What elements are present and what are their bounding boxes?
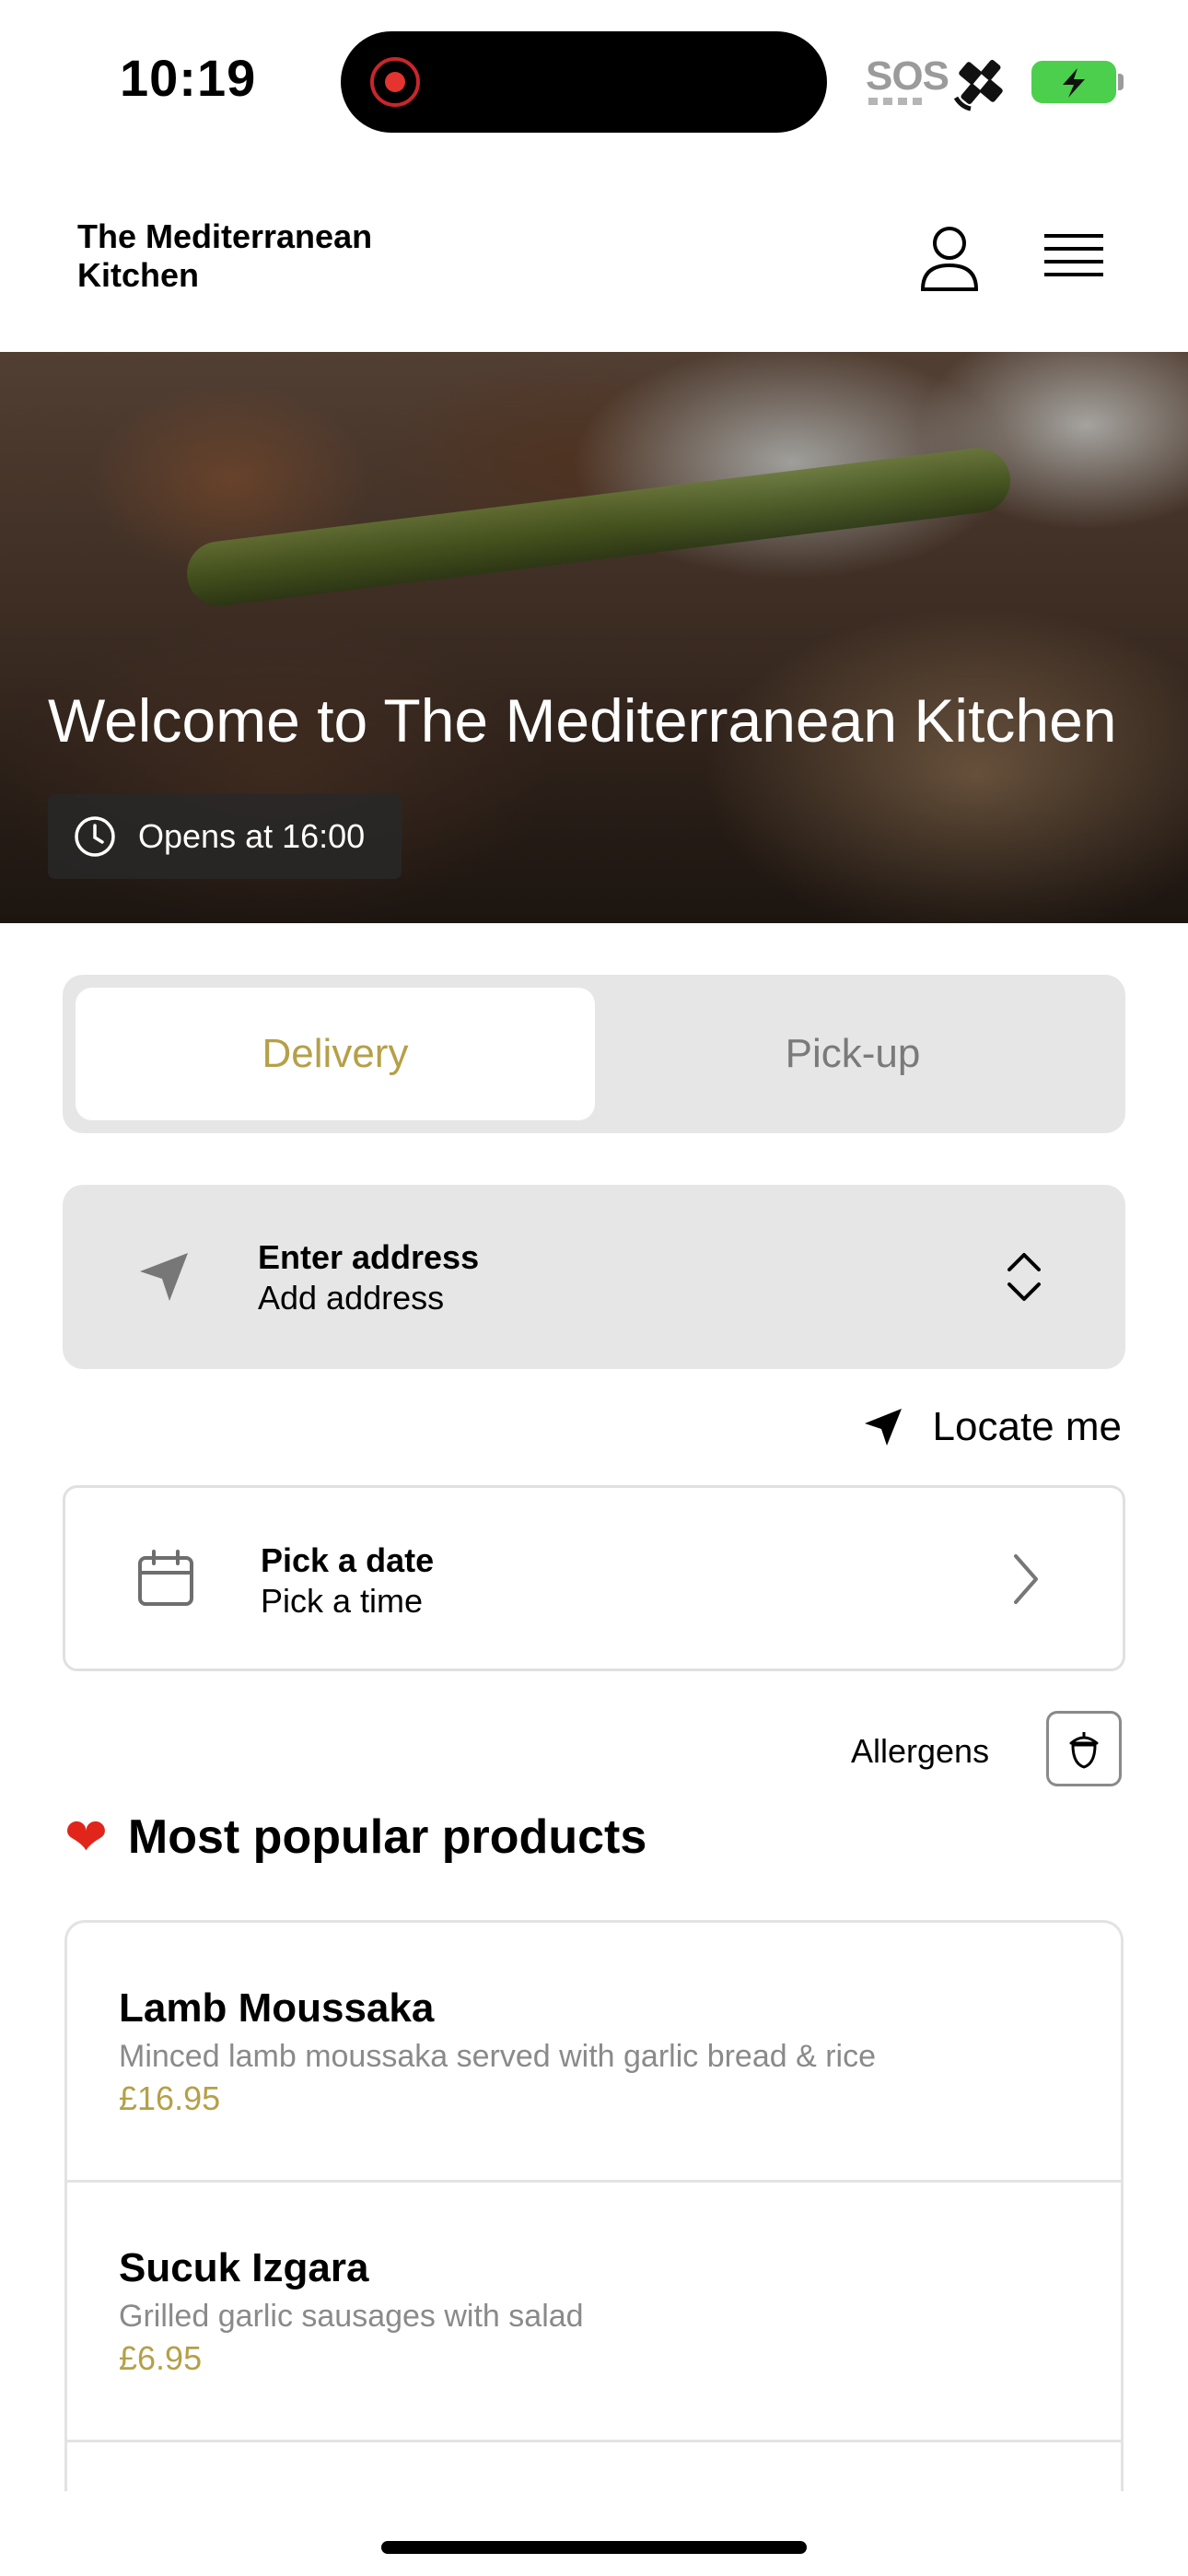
- allergens-filter-button[interactable]: [1046, 1711, 1122, 1786]
- product-price: £16.95: [119, 2079, 221, 2117]
- date-title: Pick a date: [261, 1541, 435, 1579]
- hamburger-menu-icon[interactable]: [1044, 230, 1103, 286]
- product-name: Lamb Moussaka: [119, 1985, 435, 2031]
- product-item[interactable]: Sucuk Izgara Grilled garlic sausages wit…: [67, 2183, 1121, 2442]
- opening-hours-text: Opens at 16:00: [138, 817, 366, 855]
- status-time: 10:19: [120, 49, 257, 107]
- tab-delivery[interactable]: Delivery: [76, 988, 595, 1120]
- product-description: Grilled garlic sausages with salad: [119, 2299, 584, 2334]
- restaurant-name[interactable]: The Mediterranean Kitchen: [77, 217, 464, 295]
- tab-pickup[interactable]: Pick-up: [593, 988, 1112, 1120]
- navigation-arrow-icon: [140, 1253, 188, 1301]
- product-price: £6.95: [119, 2339, 203, 2377]
- date-time-selector[interactable]: Pick a date Pick a time: [63, 1485, 1125, 1671]
- recording-indicator-icon: [370, 57, 420, 107]
- sos-indicator: SOS: [866, 53, 949, 99]
- signal-dots-icon: [868, 98, 927, 105]
- address-title: Enter address: [258, 1238, 480, 1276]
- location-arrow-icon: [864, 1409, 902, 1446]
- chevron-up-down-icon: [1007, 1253, 1041, 1301]
- opening-hours-badge: Opens at 16:00: [48, 794, 402, 879]
- hero-title: Welcome to The Mediterranean Kitchen: [48, 686, 1117, 755]
- product-description: Minced lamb moussaka served with garlic …: [119, 2039, 877, 2074]
- calendar-icon: [138, 1550, 193, 1606]
- popular-products-heading: ❤ Most popular products: [64, 1809, 646, 1865]
- acorn-icon: [1069, 1732, 1099, 1769]
- clock-icon: [75, 816, 115, 857]
- popular-heading-text: Most popular products: [127, 1810, 647, 1864]
- address-subtitle: Add address: [258, 1279, 445, 1317]
- user-account-icon[interactable]: [919, 225, 980, 291]
- order-mode-toggle: Delivery Pick-up: [63, 975, 1125, 1133]
- locate-me-label: Locate me: [932, 1404, 1122, 1449]
- allergens-label: Allergens: [851, 1732, 990, 1770]
- product-list: Lamb Moussaka Minced lamb moussaka serve…: [64, 1920, 1124, 2491]
- time-subtitle: Pick a time: [261, 1582, 424, 1620]
- battery-cap: [1118, 74, 1124, 90]
- hero-banner: Welcome to The Mediterranean Kitchen Ope…: [0, 352, 1188, 923]
- battery-icon: [1031, 61, 1116, 103]
- home-indicator[interactable]: [381, 2541, 807, 2554]
- product-name: Sucuk Izgara: [119, 2245, 369, 2290]
- product-item[interactable]: Lamb Moussaka Minced lamb moussaka serve…: [67, 1923, 1121, 2183]
- address-selector[interactable]: Enter address Add address: [63, 1185, 1125, 1369]
- chevron-right-icon: [1014, 1554, 1038, 1604]
- satellite-icon: [953, 60, 1003, 111]
- heart-icon: ❤: [64, 1808, 108, 1866]
- locate-me-button[interactable]: Locate me: [861, 1404, 1122, 1450]
